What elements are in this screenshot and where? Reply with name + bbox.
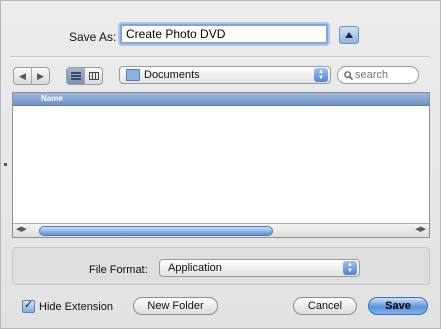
column-view-icon bbox=[88, 72, 99, 80]
file-browser[interactable]: Name ◀▶ ◀▶ bbox=[12, 92, 430, 238]
search-input[interactable] bbox=[353, 69, 415, 81]
back-button[interactable]: ◀ bbox=[14, 68, 32, 84]
checkbox-checked-icon[interactable] bbox=[22, 298, 35, 313]
scrollbar-thumb[interactable] bbox=[39, 226, 273, 236]
chevron-left-icon: ◀ bbox=[19, 70, 26, 81]
hide-extension-label: Hide Extension bbox=[39, 300, 113, 313]
column-view-button[interactable] bbox=[85, 68, 102, 84]
search-field[interactable] bbox=[337, 66, 419, 84]
folder-icon bbox=[126, 69, 140, 81]
file-format-label: File Format: bbox=[89, 264, 148, 276]
file-format-popup[interactable]: Application ▲ ▼ bbox=[159, 259, 360, 277]
location-label: Documents bbox=[144, 69, 200, 81]
horizontal-scrollbar[interactable]: ◀▶ ◀▶ bbox=[13, 223, 429, 237]
separator bbox=[11, 56, 430, 58]
scroll-left-icon[interactable]: ◀▶ bbox=[16, 225, 27, 233]
column-header[interactable]: Name bbox=[13, 93, 429, 106]
triangle-up-icon bbox=[345, 32, 353, 38]
search-icon bbox=[344, 70, 353, 80]
popup-arrows-icon: ▲ ▼ bbox=[314, 68, 328, 82]
hide-extension-checkbox[interactable]: Hide Extension bbox=[22, 298, 113, 313]
save-button[interactable]: Save bbox=[368, 297, 428, 315]
save-dialog: Save As: ◀ ▶ Documents ▲▼ Name ◀▶ ◀▶ bbox=[0, 0, 441, 329]
chevron-right-icon: ▶ bbox=[37, 70, 44, 81]
list-view-button[interactable] bbox=[67, 68, 85, 84]
filename-input[interactable] bbox=[120, 24, 328, 44]
save-as-label: Save As: bbox=[69, 30, 117, 44]
popup-arrows-icon: ▲ ▼ bbox=[343, 261, 357, 275]
file-format-value: Application bbox=[168, 262, 222, 274]
scroll-right-icon[interactable]: ◀▶ bbox=[415, 225, 426, 233]
location-popup[interactable]: Documents ▲ ▼ bbox=[119, 66, 331, 84]
view-mode-control bbox=[66, 67, 103, 85]
forward-button[interactable]: ▶ bbox=[32, 68, 49, 84]
cancel-button[interactable]: Cancel bbox=[293, 297, 357, 315]
new-folder-button[interactable]: New Folder bbox=[133, 297, 218, 315]
column-header-name: Name bbox=[41, 94, 63, 103]
back-forward-control: ◀ ▶ bbox=[13, 67, 50, 85]
list-view-icon bbox=[70, 72, 81, 80]
expand-dialog-button[interactable] bbox=[339, 26, 359, 44]
resize-marker bbox=[4, 163, 7, 166]
